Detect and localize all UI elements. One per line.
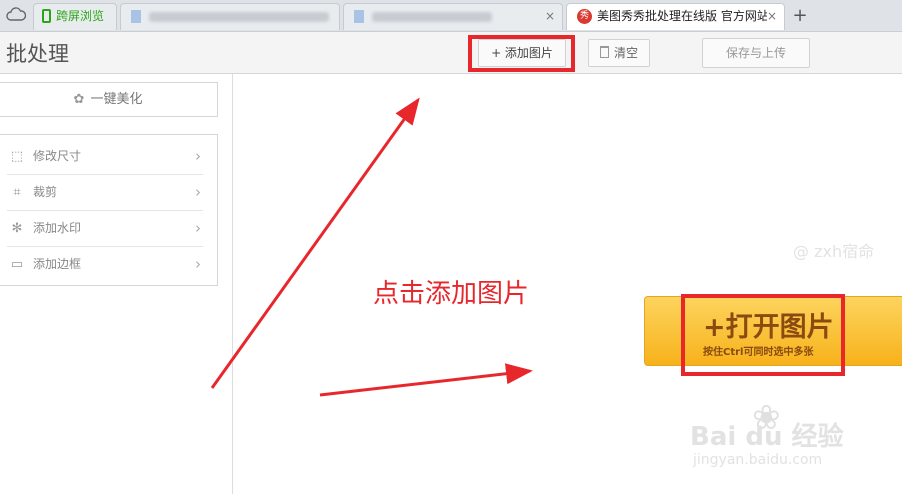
baidu-logo: Bai du 经验 [690,422,844,452]
arrow-to-add-button [210,97,420,389]
baidu-url: jingyan.baidu.com [693,452,823,468]
arrow-to-open-button [319,363,533,397]
annotation-text: 点击添加图片 [373,279,530,309]
user-watermark: @ zxh宿命 [793,242,875,261]
open-image-highlight [681,294,845,376]
